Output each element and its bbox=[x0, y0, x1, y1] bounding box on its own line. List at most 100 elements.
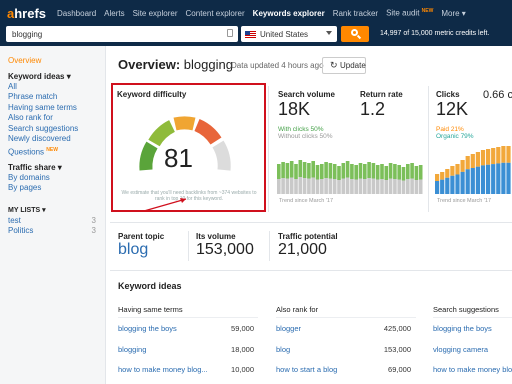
sidebar-item-overview[interactable]: Overview bbox=[8, 56, 105, 67]
volume-bar-bottom bbox=[354, 179, 358, 194]
paid-bar bbox=[465, 156, 470, 170]
sidebar-item-by-domains[interactable]: By domains bbox=[8, 173, 105, 184]
sidebar-item-by-pages[interactable]: By pages bbox=[8, 183, 105, 194]
list-item[interactable]: Politics 3 bbox=[8, 226, 96, 236]
nav-keywords-explorer[interactable]: Keywords explorer bbox=[253, 9, 325, 18]
gauge-seg-gray bbox=[212, 140, 231, 171]
keyword-link[interactable]: how to start a blog bbox=[276, 365, 337, 374]
col-head-also-rank[interactable]: Also rank for bbox=[276, 305, 318, 314]
paid-bar bbox=[486, 149, 491, 165]
nav-site-explorer[interactable]: Site explorer bbox=[133, 9, 178, 18]
country-select[interactable]: United States bbox=[241, 26, 337, 42]
paid-bar bbox=[440, 172, 445, 180]
sidebar-item-also-rank-for[interactable]: Also rank for bbox=[8, 113, 105, 124]
sidebar-item-questions[interactable]: Questions NEW bbox=[8, 145, 105, 158]
volume-bar-top bbox=[414, 166, 419, 180]
sidebar-item-search-suggestions[interactable]: Search suggestions bbox=[8, 124, 105, 135]
volume-bar-bottom bbox=[414, 180, 419, 194]
nav-content-explorer[interactable]: Content explorer bbox=[186, 9, 245, 18]
keyword-link[interactable]: how to make money blo... bbox=[433, 365, 512, 374]
parent-topic-link[interactable]: blog bbox=[118, 241, 164, 259]
volume-bar-bottom bbox=[328, 178, 333, 194]
list-name: Politics bbox=[8, 225, 34, 235]
keyword-link[interactable]: blogging the boys bbox=[433, 324, 492, 333]
sidebar-item-all[interactable]: All bbox=[8, 82, 105, 93]
volume-bar-bottom bbox=[397, 179, 401, 194]
volume-bar-top bbox=[384, 166, 389, 180]
return-rate-card: Return rate 1.2 bbox=[360, 90, 403, 120]
volume-bar-bottom bbox=[388, 178, 393, 194]
nav-site-audit-label: Site audit bbox=[386, 8, 420, 18]
nav-alerts[interactable]: Alerts bbox=[104, 9, 124, 18]
organic-bar bbox=[455, 174, 460, 194]
volume-bar-top bbox=[345, 161, 350, 178]
sidebar-item-having-same-terms[interactable]: Having same terms bbox=[8, 103, 105, 114]
copy-icon[interactable] bbox=[227, 29, 233, 37]
sidebar-item-phrase-match[interactable]: Phrase match bbox=[8, 92, 105, 103]
organic-bar bbox=[440, 179, 445, 194]
ahrefs-logo[interactable]: ahrefs bbox=[7, 6, 49, 21]
volume-bar-bottom bbox=[311, 177, 315, 194]
volume-bar-top bbox=[418, 165, 423, 180]
update-button[interactable]: Update bbox=[322, 57, 366, 74]
keyword-link[interactable]: blogging the boys bbox=[118, 324, 177, 333]
keyword-volume: 425,000 bbox=[383, 324, 411, 333]
paid-bar bbox=[506, 146, 511, 163]
nav-more[interactable]: More ▾ bbox=[441, 9, 465, 18]
nav-rank-tracker[interactable]: Rank tracker bbox=[333, 9, 378, 18]
volume-bar-top bbox=[358, 163, 363, 179]
volume-bar-bottom bbox=[358, 178, 363, 194]
keyword-ideas-title: Keyword ideas bbox=[118, 281, 182, 291]
with-clicks: With clicks 50% bbox=[278, 126, 324, 133]
volume-bar-top bbox=[285, 163, 290, 179]
list-item[interactable]: test 3 bbox=[8, 216, 96, 226]
table-row: blogging the boys bbox=[433, 324, 492, 333]
sidebar-head-traffic-share[interactable]: Traffic share ▾ bbox=[8, 162, 105, 173]
volume-bar-bottom bbox=[345, 177, 350, 194]
volume-bar-bottom bbox=[315, 179, 320, 194]
sidebar-head-keyword-ideas[interactable]: Keyword ideas ▾ bbox=[8, 71, 105, 82]
nav-dashboard[interactable]: Dashboard bbox=[57, 9, 96, 18]
search-button[interactable] bbox=[341, 26, 369, 42]
nav-site-audit[interactable]: Site audit NEW bbox=[386, 8, 433, 18]
volume-bar-bottom bbox=[406, 179, 410, 194]
us-flag-icon bbox=[245, 30, 256, 38]
keyword-link[interactable]: blogger bbox=[276, 324, 301, 333]
keyword-search-input[interactable]: blogging bbox=[6, 26, 238, 42]
clicks-value: 12K bbox=[436, 99, 469, 119]
keyword-link[interactable]: blog bbox=[276, 345, 290, 354]
volume-bar-bottom bbox=[289, 177, 294, 194]
arrow-annotation bbox=[143, 198, 187, 212]
volume-bar-top bbox=[311, 161, 315, 178]
keyword-link[interactable]: how to make money blog... bbox=[118, 365, 208, 374]
paid-bar bbox=[450, 166, 455, 176]
gauge-seg-orange bbox=[173, 116, 196, 131]
sidebar: Overview Keyword ideas ▾ All Phrase matc… bbox=[0, 46, 106, 384]
keyword-link[interactable]: vlogging camera bbox=[433, 345, 488, 354]
volume-bar-top bbox=[294, 164, 298, 179]
volume-bar-top bbox=[289, 161, 294, 178]
col-head-suggestions[interactable]: Search suggestions bbox=[433, 305, 499, 314]
volume-bar-top bbox=[375, 165, 380, 180]
sidebar-item-newly-discovered[interactable]: Newly discovered bbox=[8, 134, 105, 145]
sidebar-head-my-lists[interactable]: MY LISTS ▾ bbox=[8, 206, 105, 216]
paid-bar bbox=[491, 148, 496, 165]
col-head-same-terms[interactable]: Having same terms bbox=[118, 305, 183, 314]
title-label: Overview: bbox=[118, 57, 181, 72]
volume-bar-top bbox=[393, 164, 397, 179]
keyword-link[interactable]: blogging bbox=[118, 345, 146, 354]
volume-bar-bottom bbox=[285, 178, 290, 194]
questions-label: Questions bbox=[8, 147, 45, 157]
table-row: how to start a blog 69,000 bbox=[276, 365, 411, 374]
paid-bar bbox=[501, 146, 506, 163]
country-label: United States bbox=[260, 29, 309, 39]
return-rate-label: Return rate bbox=[360, 90, 403, 99]
volume-bar-bottom bbox=[375, 179, 380, 194]
clicks-label: Clicks bbox=[436, 90, 460, 99]
volume-bar-top bbox=[332, 164, 337, 179]
volume-bar-bottom bbox=[298, 177, 303, 194]
paid-bar bbox=[496, 147, 501, 164]
title-keyword: blogging bbox=[183, 57, 233, 72]
table-row: vlogging camera bbox=[433, 345, 488, 354]
volume-bar-top bbox=[320, 164, 324, 179]
